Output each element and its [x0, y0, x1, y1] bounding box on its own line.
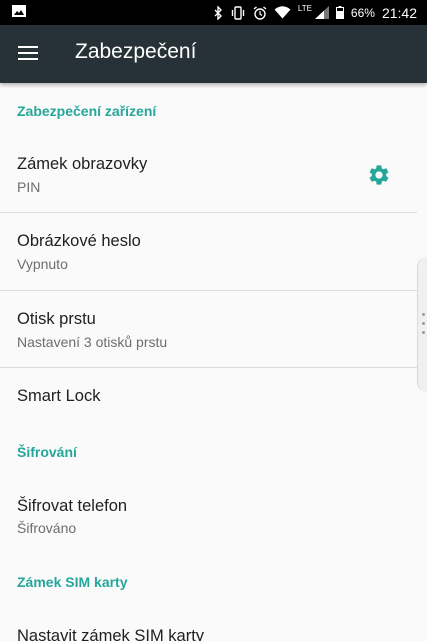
section-header-encryption: Šifrování [17, 444, 77, 460]
fingerprint-summary: Nastavení 3 otisků prstu [17, 334, 168, 350]
signal-icon [314, 6, 329, 19]
battery-level: 66% [350, 5, 375, 20]
handle-dot [422, 322, 425, 325]
app-bar: Zabezpečení [0, 25, 427, 83]
fingerprint-title: Otisk prstu [17, 310, 96, 328]
wifi-icon [274, 6, 291, 19]
section-header-device-security: Zabezpečení zařízení [17, 103, 157, 119]
picture-password-summary: Vypnuto [17, 256, 68, 272]
encrypt-phone-summary: Šifrováno [17, 520, 77, 536]
clock: 21:42 [381, 4, 417, 21]
picture-password-item[interactable]: Obrázkové heslo Vypnuto [0, 213, 417, 289]
image-icon [12, 5, 26, 17]
handle-dot [422, 331, 425, 334]
settings-list[interactable]: Zabezpečení zařízení Zámek obrazovky PIN… [0, 83, 427, 641]
smart-lock-title: Smart Lock [17, 387, 101, 405]
section-header-sim-lock: Zámek SIM karty [17, 574, 128, 590]
alarm-icon [253, 5, 267, 20]
bluetooth-icon [214, 5, 222, 20]
encrypt-phone-title: Šifrovat telefon [17, 497, 128, 515]
network-type: LTE [297, 4, 312, 13]
battery-icon [335, 6, 344, 19]
edge-panel-handle[interactable] [417, 257, 427, 392]
gear-icon[interactable] [367, 163, 391, 187]
screen-lock-summary: PIN [17, 179, 41, 195]
vibrate-icon [231, 5, 245, 20]
hamburger-icon [18, 46, 38, 48]
status-icons: LTE 66% 21:42 [214, 0, 417, 25]
encrypt-phone-item[interactable]: Šifrovat telefon Šifrováno [0, 480, 417, 550]
picture-password-title: Obrázkové heslo [17, 232, 141, 250]
page-title: Zabezpečení [75, 40, 197, 63]
screen-lock-item[interactable]: Zámek obrazovky PIN [0, 138, 417, 212]
set-sim-lock-title: Nastavit zámek SIM karty [17, 627, 205, 641]
set-sim-lock-item[interactable]: Nastavit zámek SIM karty [0, 610, 417, 641]
fingerprint-item[interactable]: Otisk prstu Nastavení 3 otisků prstu [0, 291, 417, 367]
status-bar: LTE 66% 21:42 [0, 0, 427, 25]
smart-lock-item[interactable]: Smart Lock [0, 368, 417, 428]
menu-button[interactable] [18, 46, 38, 62]
screen-lock-title: Zámek obrazovky [17, 155, 148, 173]
handle-dot [422, 313, 425, 316]
